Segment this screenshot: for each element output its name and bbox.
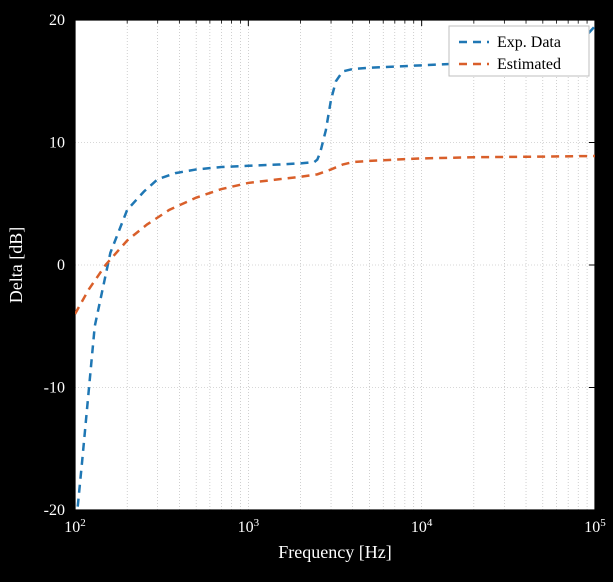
y-tick-label: 10 [49,135,65,152]
y-axis-label: Delta [dB] [6,227,26,303]
y-tick-label: -10 [44,380,65,397]
y-tick-label: 0 [57,257,65,274]
x-tick-label: 105 [584,517,606,536]
x-tick-label: 103 [238,517,260,536]
legend-label: Estimated [497,56,561,73]
x-tick-label: 104 [411,517,433,536]
legend-label: Exp. Data [497,34,561,51]
chart-svg: 102 103 104 105 -20 -10 0 10 20 Frequency [Hz] Del… [0,0,613,582]
y-tick-label: -20 [44,502,65,519]
y-tick-label: 20 [49,12,65,29]
x-tick-label: 102 [64,517,86,536]
delta-frequency-chart: 102 103 104 105 -20 -10 0 10 20 Frequency [Hz] Del… [0,0,613,582]
x-axis-label: Frequency [Hz] [278,542,391,562]
